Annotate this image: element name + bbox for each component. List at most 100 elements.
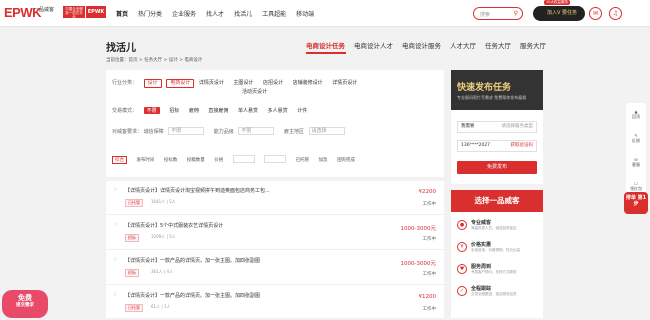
favorite-icon[interactable]: ☆	[113, 187, 117, 193]
service-type-hint: 请选择服务类型	[501, 124, 534, 129]
service-item: ¥ 价格实惠 手续费用，价格透明，性价比高	[457, 240, 539, 262]
industry-opt[interactable]: 活动页设计	[242, 88, 267, 95]
mode-label: 交易模式：	[112, 108, 138, 114]
task-title[interactable]: 【详情页设计】详情页设计淘宝视频拼午到迪奥面包店商务工包...	[125, 187, 270, 194]
industry-label: 行业分类：	[112, 80, 138, 86]
mode-opt[interactable]: 招标	[169, 107, 179, 114]
task-title[interactable]: 【详情页设计】一款产品的详情页。加一张主图。加四张副图	[125, 292, 260, 299]
free-submit-badge[interactable]: 免费 提交需求	[2, 290, 48, 318]
vip-join-button[interactable]: 加入V 要任务	[533, 6, 585, 21]
task-meta: 1641人 | 5人	[151, 199, 176, 204]
epwk-badge: EPWK	[86, 6, 106, 18]
task-title[interactable]: 【详情页设计】5个中式服装衣艺详情页设计	[125, 222, 223, 229]
service-type-label: 我需要	[461, 124, 475, 129]
task-status: 工作中	[422, 272, 437, 277]
service-item-title: 服务周到	[471, 264, 492, 270]
logo-badge: 中国企业服务一站式平台	[63, 6, 85, 19]
sort-default[interactable]: 综合	[112, 155, 127, 164]
search-input[interactable]: 搜索 ⚲	[473, 7, 523, 20]
sort-time[interactable]: 发布时间	[136, 157, 154, 163]
industry-opt[interactable]: 详情页设计	[199, 79, 224, 86]
favorite-icon[interactable]: ☆	[113, 292, 117, 298]
vip-tag: 10大权益服务	[544, 0, 570, 5]
mode-opt[interactable]: 雇佣	[189, 107, 199, 114]
free-sub-label: 提交需求	[16, 303, 34, 308]
top-bar: EPWK 一品威客 中国企业服务一站式平台 EPWK 首页 热门分类 企业服务 …	[0, 0, 650, 27]
nav-tools[interactable]: 工具超能	[262, 9, 286, 18]
search-placeholder: 搜索	[480, 12, 491, 18]
task-title[interactable]: 【详情页设计】一款产品的详情页。加一张主图。加四张副图	[125, 257, 260, 264]
favorite-icon[interactable]: ☆	[113, 257, 117, 263]
mode-opt[interactable]: 单人悬赏	[238, 107, 258, 114]
nav-find-talent[interactable]: 找人才	[206, 9, 224, 18]
mode-opt-all[interactable]: 不限	[143, 107, 160, 114]
sort-submissions[interactable]: 投稿数量	[187, 157, 205, 163]
task-price: ¥2200	[418, 189, 437, 195]
task-tag: 招标	[125, 269, 139, 277]
task-row[interactable]: ☆ 【详情页设计】详情页设计淘宝视频拼午到迪奥面包店商务工包... 已托管 16…	[106, 181, 444, 215]
quick-post-header: 快速发布任务 专业顾问帮忙写需求 免费帮你发布雇佣	[451, 70, 543, 110]
favorite-icon[interactable]: ☆	[113, 222, 117, 228]
level-label: 能力品级	[213, 128, 234, 135]
mode-opt[interactable]: 计件	[297, 107, 307, 114]
region-select[interactable]: 请选择	[308, 127, 345, 135]
tab-task[interactable]: 电商设计任务	[306, 40, 345, 50]
integrity-label: 诚信保障	[143, 128, 164, 135]
task-row[interactable]: ☆ 【详情页设计】5个中式服装衣艺详情页设计 招标 3209人 | 5人 100…	[106, 216, 444, 250]
check-escrow[interactable]: 已托管	[296, 157, 310, 163]
toolbar-service[interactable]: ☏ 客服	[626, 157, 646, 168]
tab-task-hall[interactable]: 任务大厅	[485, 40, 511, 50]
service-item-title: 价格实惠	[471, 242, 492, 248]
industry-row: 行业分类： 设计 电商设计 详情页设计 主图设计 店招设计 店铺装修设计 详情页…	[112, 79, 365, 88]
industry-opt[interactable]: 详情页设计	[332, 79, 357, 86]
promo-badge[interactable]: 排单 第1步	[624, 192, 648, 214]
toolbar-top[interactable]: ▲ 回顶	[626, 109, 646, 120]
sort-price[interactable]: 价格	[214, 157, 223, 163]
vip-label: 加入V 要任务	[547, 10, 578, 16]
nav-find-work[interactable]: 找活儿	[234, 9, 252, 18]
tab-talent[interactable]: 电商设计人才	[354, 40, 393, 50]
tab-service[interactable]: 电商设计服务	[402, 40, 441, 50]
tab-service-hall[interactable]: 服务大厅	[520, 40, 546, 50]
toolbar-redpack[interactable]: ☐ 领红包	[626, 181, 646, 192]
logo-subtitle: 一品威客	[34, 7, 55, 13]
toolbar-service-label: 客服	[632, 162, 640, 167]
service-item: ● 专业威客 海量优秀人员，诚信品质保证	[457, 218, 539, 240]
nav-mobile[interactable]: 移动端	[296, 9, 314, 18]
tab-talent-hall[interactable]: 人才大厅	[450, 40, 476, 50]
price-min-input[interactable]	[232, 155, 255, 163]
nav-enterprise[interactable]: 企业服务	[172, 9, 196, 18]
nav-hot[interactable]: 热门分类	[138, 9, 162, 18]
task-tag: 已托管	[125, 199, 143, 207]
sort-bids[interactable]: 投标数	[164, 157, 178, 163]
mode-opt[interactable]: 直接雇佣	[208, 107, 228, 114]
task-row[interactable]: ☆ 【详情页设计】一款产品的详情页。加一张主图。加四张副图 招标 361人 | …	[106, 251, 444, 285]
free-post-button[interactable]: 免费发布	[457, 161, 537, 174]
industry-select-2[interactable]: 电商设计	[166, 79, 195, 88]
service-type-select[interactable]: 我需要 请选择服务类型	[457, 121, 537, 133]
price-icon: ¥	[457, 242, 467, 252]
industry-select-1[interactable]: 设计	[143, 79, 162, 88]
toolbar-feedback[interactable]: ✎ 反馈	[626, 133, 646, 144]
phone-field[interactable]: 136****2027 获取验证码	[457, 140, 537, 152]
service-item-desc: 专属客户顾问，多种方式服务	[471, 270, 517, 274]
task-row[interactable]: ☆ 【详情页设计】一款产品的详情页。加一张主图。加四张副图 已托管 61人 | …	[106, 286, 444, 320]
level-select[interactable]: 不限	[238, 127, 275, 135]
nav-home[interactable]: 首页	[116, 9, 128, 18]
industry-opt[interactable]: 店铺装修设计	[293, 79, 323, 86]
industry-opt[interactable]: 店招设计	[263, 79, 283, 86]
user-icon: ●	[457, 220, 467, 230]
mode-opt[interactable]: 多人悬赏	[268, 107, 288, 114]
message-icon[interactable]: ✉	[589, 7, 602, 20]
service-item: ✓ 全程跟踪 交易全程跟进，保证服务品质	[457, 284, 539, 306]
notification-icon[interactable]: ♫	[609, 7, 622, 20]
check-group[interactable]: 团购完成	[337, 157, 355, 163]
task-status: 工作中	[422, 237, 437, 242]
integrity-select[interactable]: 不限	[168, 127, 205, 135]
search-icon[interactable]: ⚲	[514, 10, 518, 17]
price-max-input[interactable]	[264, 155, 287, 163]
industry-opt[interactable]: 主图设计	[233, 79, 253, 86]
why-choose-title: 选择一品威客	[451, 190, 543, 212]
get-code-button[interactable]: 获取验证码	[511, 141, 534, 151]
check-urgent[interactable]: 加急	[319, 157, 328, 163]
